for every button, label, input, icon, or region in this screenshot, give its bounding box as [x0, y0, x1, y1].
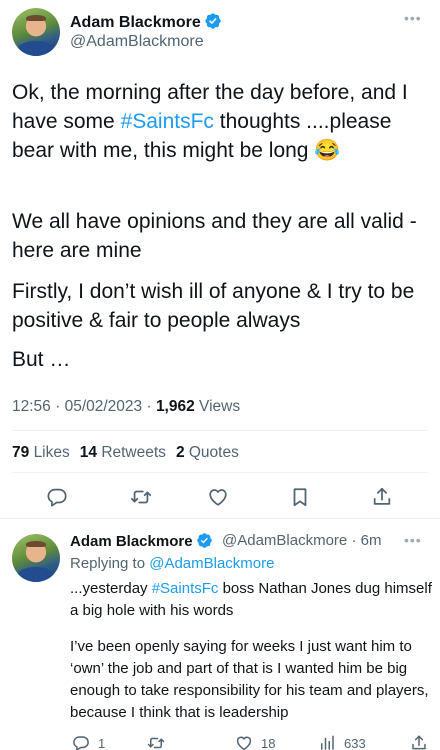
reply-views-button[interactable]: 633: [318, 732, 366, 750]
share-icon: [373, 487, 391, 505]
reply-button[interactable]: [42, 482, 72, 512]
reply-share-button[interactable]: [410, 732, 428, 750]
share-button[interactable]: [367, 482, 397, 512]
like-button[interactable]: [203, 482, 233, 512]
reply-author-name[interactable]: Adam Blackmore: [70, 532, 213, 550]
replying-to: Replying to @AdamBlackmore: [70, 555, 275, 572]
retweet-button[interactable]: [126, 482, 156, 512]
reply-paragraph-2: I’ve been openly saying for weeks I just…: [70, 638, 429, 721]
author-handle[interactable]: @AdamBlackmore: [70, 33, 204, 51]
reply-retweet-button[interactable]: [147, 732, 165, 750]
likes-stat[interactable]: 79 Likes: [12, 444, 70, 461]
hashtag-link[interactable]: #SaintsFc: [121, 110, 214, 133]
heart-icon: [209, 489, 227, 506]
retweets-stat[interactable]: 14 Retweets: [80, 444, 166, 461]
bookmark-icon: [293, 488, 307, 507]
tweet-date[interactable]: 05/02/2023: [65, 398, 143, 415]
tweet-paragraph-3: Firstly, I don’t wish ill of anyone & I …: [12, 280, 415, 332]
verified-badge-icon: [196, 533, 212, 548]
divider: [0, 518, 440, 519]
reply-author-avatar[interactable]: [12, 534, 60, 582]
divider: [12, 472, 428, 473]
reply-reply-button[interactable]: 1: [72, 732, 105, 750]
retweet-icon: [147, 737, 165, 749]
author-name[interactable]: Adam Blackmore: [70, 12, 222, 32]
reply-icon: [73, 736, 89, 750]
views-count: 633: [344, 735, 366, 750]
reply-icon: [47, 488, 67, 507]
tweet-paragraph-1: Ok, the morning after the day before, an…: [12, 81, 408, 162]
views-label: Views: [199, 398, 241, 415]
verified-badge-icon: [205, 13, 221, 29]
retweet-icon: [130, 490, 152, 504]
author-avatar[interactable]: [12, 8, 60, 56]
bookmark-button[interactable]: [285, 482, 315, 512]
tweet-paragraph-2: We all have opinions and they are all va…: [12, 210, 417, 262]
engagement-stats: 79 Likes 14 Retweets 2 Quotes: [12, 444, 239, 462]
analytics-icon: [321, 735, 334, 750]
views-count: 1,962: [155, 398, 195, 415]
reply-like-button[interactable]: 18: [235, 732, 275, 750]
divider: [12, 430, 428, 431]
more-options-icon[interactable]: •••: [404, 10, 422, 26]
tweet-time[interactable]: 12:56: [12, 398, 51, 415]
main-tweet: Adam Blackmore @AdamBlackmore ••• Ok, th…: [0, 0, 440, 520]
hashtag-link[interactable]: #SaintsFc: [152, 580, 219, 597]
reply-paragraph-1: ...yesterday #SaintsFc boss Nathan Jones…: [70, 580, 432, 619]
more-options-icon[interactable]: •••: [404, 532, 422, 548]
author-name-text: Adam Blackmore: [70, 14, 201, 31]
reply-handle-and-age[interactable]: @AdamBlackmore · 6m: [222, 532, 381, 549]
share-icon: [412, 735, 426, 750]
tweet-paragraph-4: But …: [12, 348, 71, 371]
reply-count: 1: [98, 735, 106, 750]
reply-actions: 1 18 633: [0, 732, 440, 750]
like-count: 18: [261, 735, 276, 750]
quotes-stat[interactable]: 2 Quotes: [176, 444, 239, 461]
reply-tweet[interactable]: Adam Blackmore @AdamBlackmore · 6m ••• R…: [0, 522, 440, 750]
tweet-actions: [0, 482, 440, 512]
tweet-meta: 12:56 · 05/02/2023 · 1,962 Views: [12, 398, 241, 415]
heart-icon: [236, 736, 252, 750]
replying-to-handle[interactable]: @AdamBlackmore: [149, 555, 274, 572]
